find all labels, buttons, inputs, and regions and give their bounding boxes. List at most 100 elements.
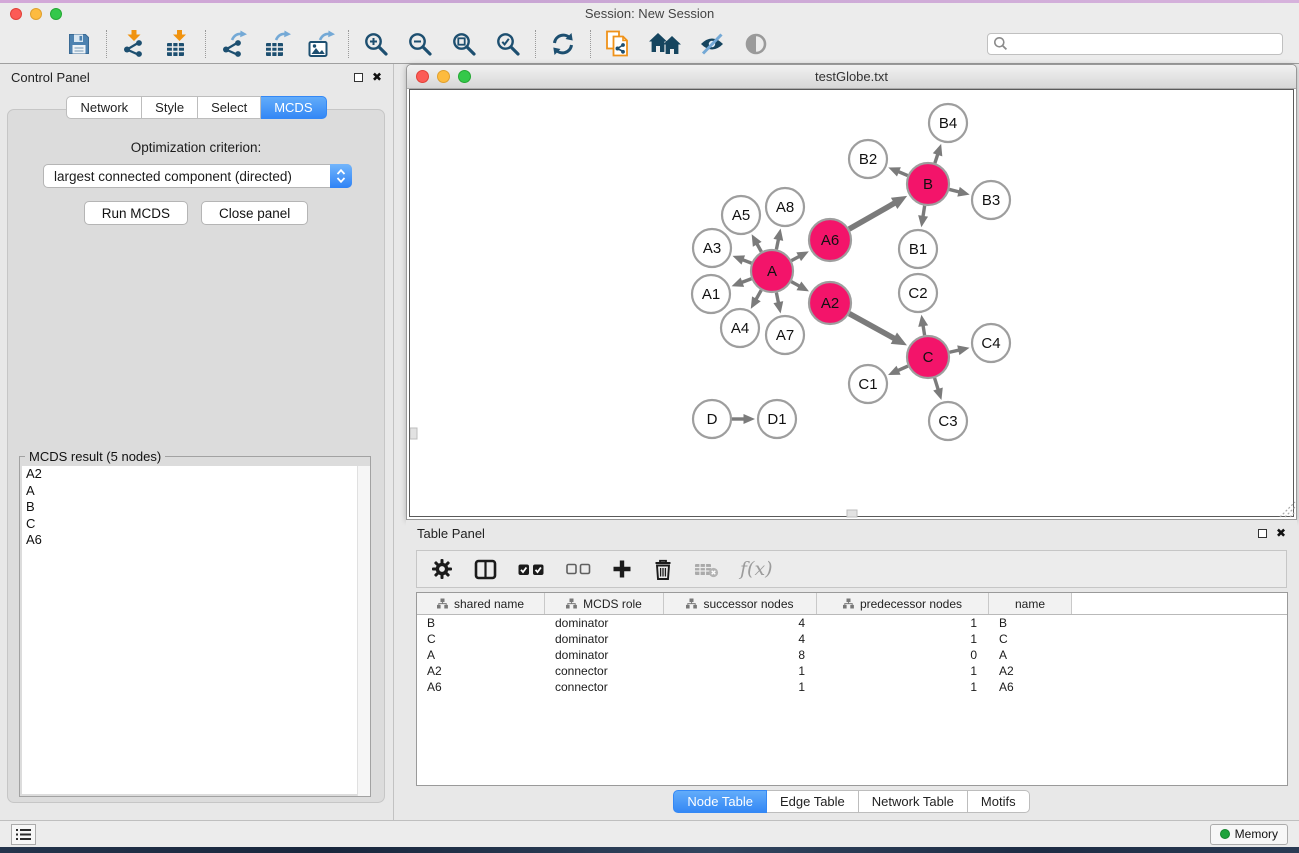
graph-node-A1[interactable]: A1 — [692, 275, 730, 313]
graph-node-C2[interactable]: C2 — [899, 274, 937, 312]
zoom-selected-icon — [495, 31, 521, 57]
close-window-button[interactable] — [10, 8, 22, 20]
result-scrollbar[interactable] — [357, 466, 370, 796]
graph-node-B3[interactable]: B3 — [972, 181, 1010, 219]
table-row[interactable]: A6connector11A6 — [417, 679, 1287, 695]
search-field[interactable] — [987, 33, 1283, 55]
column-header-MCDS-role[interactable]: MCDS role — [545, 593, 664, 614]
graph-node-B1[interactable]: B1 — [899, 230, 937, 268]
column-type-icon — [437, 598, 448, 609]
close-panel-button-mcds[interactable]: Close panel — [201, 201, 308, 225]
tab-network[interactable]: Network — [66, 96, 142, 119]
tab-network-table[interactable]: Network Table — [859, 790, 968, 813]
select-all-columns-button[interactable] — [518, 555, 545, 583]
function-builder-button-disabled[interactable]: f(x) — [740, 558, 773, 580]
network-close-button[interactable] — [416, 70, 429, 83]
graph-node-A2[interactable]: A2 — [809, 282, 851, 324]
refresh-view-button[interactable] — [549, 30, 577, 58]
table-row[interactable]: Cdominator41C — [417, 631, 1287, 647]
first-neighbors-button[interactable] — [648, 30, 682, 58]
graph-node-A6[interactable]: A6 — [809, 219, 851, 261]
graph-node-C[interactable]: C — [907, 336, 949, 378]
hide-selected-button[interactable] — [698, 30, 726, 58]
graph-node-B2[interactable]: B2 — [849, 140, 887, 178]
mcds-result-item: A6 — [22, 532, 368, 549]
tab-style[interactable]: Style — [142, 96, 198, 119]
export-table-button[interactable] — [263, 30, 291, 58]
memory-button[interactable]: Memory — [1210, 824, 1288, 845]
zoom-selected-button[interactable] — [494, 30, 522, 58]
run-mcds-button[interactable]: Run MCDS — [84, 201, 188, 225]
network-canvas[interactable]: B4 B2 B B3 A8A5 A6 A3 B1 A A1 C2 A2 A4A7 C4 C C1 C3 D D1 — [409, 89, 1294, 517]
graph-node-D[interactable]: D — [693, 400, 731, 438]
graph-node-C3[interactable]: C3 — [929, 402, 967, 440]
column-header-successor-nodes[interactable]: successor nodes — [664, 593, 817, 614]
graph-node-A4[interactable]: A4 — [721, 309, 759, 347]
graph-node-B4[interactable]: B4 — [929, 104, 967, 142]
resize-grip-icon[interactable] — [1280, 502, 1295, 517]
network-minimize-button[interactable] — [437, 70, 450, 83]
trash-icon — [653, 558, 673, 580]
close-table-panel-button[interactable]: ✖ — [1276, 527, 1286, 539]
task-history-button[interactable] — [11, 824, 36, 845]
show-column-panel-button[interactable] — [474, 555, 497, 583]
export-image-button[interactable] — [307, 30, 335, 58]
graph-node-A7[interactable]: A7 — [766, 316, 804, 354]
table-cell: 1 — [664, 664, 817, 678]
zoom-out-button[interactable] — [406, 30, 434, 58]
clone-network-button[interactable] — [604, 30, 632, 58]
network-window-titlebar[interactable]: testGlobe.txt — [407, 65, 1296, 89]
import-network-button[interactable] — [120, 30, 148, 58]
left-scrollbar-nub[interactable] — [410, 428, 417, 439]
edge-C-C3[interactable] — [935, 378, 939, 391]
delete-column-button[interactable] — [653, 555, 673, 583]
edge-A6-B[interactable] — [849, 202, 896, 229]
network-maximize-button[interactable] — [458, 70, 471, 83]
table-row[interactable]: A2connector11A2 — [417, 663, 1287, 679]
zoom-fit-button[interactable] — [450, 30, 478, 58]
tab-select[interactable]: Select — [198, 96, 261, 119]
float-panel-button[interactable] — [354, 73, 363, 82]
graph-node-B[interactable]: B — [907, 163, 949, 205]
column-header-shared-name[interactable]: shared name — [417, 593, 545, 614]
graph-node-C4[interactable]: C4 — [972, 324, 1010, 362]
column-header-predecessor-nodes[interactable]: predecessor nodes — [817, 593, 989, 614]
deselect-all-columns-button[interactable] — [566, 555, 591, 583]
svg-text:D: D — [707, 411, 718, 428]
save-session-button[interactable] — [65, 30, 93, 58]
search-input[interactable] — [1012, 37, 1277, 51]
graph-node-D1[interactable]: D1 — [758, 400, 796, 438]
memory-label: Memory — [1235, 827, 1278, 841]
graph-node-A8[interactable]: A8 — [766, 188, 804, 226]
table-row[interactable]: Bdominator41B — [417, 615, 1287, 631]
column-header-name[interactable]: name — [989, 593, 1072, 614]
bottom-scrollbar-nub[interactable] — [847, 510, 857, 517]
criterion-dropdown[interactable]: largest connected component (directed) — [43, 164, 352, 188]
delete-table-button-disabled[interactable] — [694, 555, 719, 583]
tab-node-table[interactable]: Node Table — [673, 790, 767, 813]
show-all-button[interactable] — [742, 30, 770, 58]
graph-node-A3[interactable]: A3 — [693, 229, 731, 267]
tab-mcds[interactable]: MCDS — [261, 96, 326, 119]
zoom-in-button[interactable] — [362, 30, 390, 58]
table-cell: 0 — [817, 648, 989, 662]
tab-motifs[interactable]: Motifs — [968, 790, 1030, 813]
svg-text:B3: B3 — [982, 192, 1000, 209]
graph-node-A5[interactable]: A5 — [722, 196, 760, 234]
minimize-window-button[interactable] — [30, 8, 42, 20]
export-network-button[interactable] — [219, 30, 247, 58]
import-table-button[interactable] — [164, 30, 192, 58]
edge-A2-C[interactable] — [849, 314, 895, 340]
table-cell: A2 — [989, 664, 1072, 678]
table-settings-button[interactable] — [431, 555, 453, 583]
float-table-panel-button[interactable] — [1258, 529, 1267, 538]
table-row[interactable]: Adominator80A — [417, 647, 1287, 663]
graph-node-A[interactable]: A — [751, 250, 793, 292]
close-panel-button[interactable]: ✖ — [372, 71, 382, 83]
maximize-window-button[interactable] — [50, 8, 62, 20]
open-file-button[interactable] — [21, 30, 49, 58]
tab-edge-table[interactable]: Edge Table — [767, 790, 859, 813]
table-cell: A — [989, 648, 1072, 662]
create-column-button[interactable] — [612, 555, 632, 583]
graph-node-C1[interactable]: C1 — [849, 365, 887, 403]
